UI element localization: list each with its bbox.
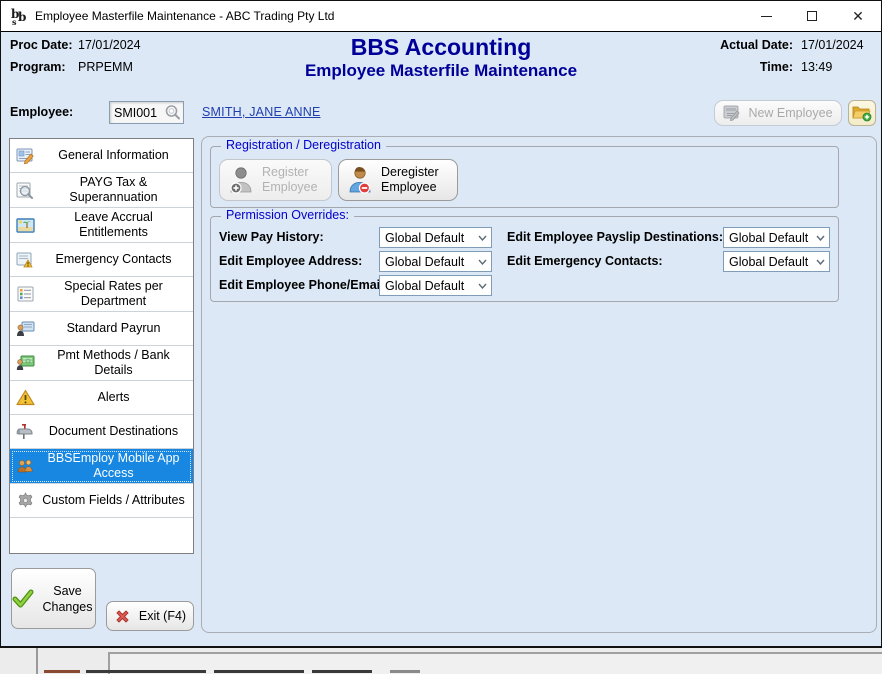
exit-button[interactable]: Exit (F4)	[106, 601, 194, 631]
chevron-down-icon	[816, 235, 825, 241]
new-employee-button[interactable]: New Employee	[714, 100, 842, 126]
chevron-down-icon	[478, 235, 487, 241]
svg-text:s: s	[12, 17, 17, 26]
registration-group-title: Registration / Deregistration	[221, 138, 386, 152]
close-icon: ✕	[852, 9, 864, 23]
chevron-down-icon	[478, 259, 487, 265]
payg-search-icon	[13, 182, 37, 199]
screen: b b s Employee Masterfile Maintenance - …	[0, 0, 882, 674]
maximize-icon	[807, 11, 817, 21]
employee-name-link[interactable]: SMITH, JANE ANNE	[202, 105, 321, 119]
header: Proc Date: 17/01/2024 Program: PRPEMM BB…	[2, 33, 880, 97]
registration-group: Registration / Deregistration Register E…	[210, 146, 839, 208]
emergency-warning-icon	[13, 252, 37, 268]
actual-date-label: Actual Date:	[720, 38, 793, 52]
close-button[interactable]: ✕	[835, 1, 881, 31]
sidebar-item-emergency-contacts[interactable]: Emergency Contacts	[10, 243, 193, 277]
svg-text:b: b	[18, 10, 26, 24]
background-fragment	[44, 670, 80, 673]
bbs-logo-icon: b b s	[9, 6, 29, 26]
minimize-button[interactable]	[743, 1, 789, 31]
minimize-icon	[761, 16, 772, 17]
edit-employee-address-select[interactable]: Global Default	[379, 251, 492, 272]
time-label: Time:	[720, 60, 793, 74]
permission-overrides-group: Permission Overrides: View Pay History: …	[210, 216, 839, 302]
sidebar-item-standard-payrun[interactable]: Standard Payrun	[10, 312, 193, 346]
time-value: 13:49	[801, 60, 873, 74]
sidebar-item-special-rates-per-department[interactable]: Special Rates per Department	[10, 277, 193, 312]
leave-beach-icon	[13, 218, 37, 233]
sidebar-item-pmt-methods-bank-details[interactable]: Pmt Methods / Bank Details	[10, 346, 193, 381]
save-changes-button[interactable]: Save Changes	[11, 568, 96, 629]
edit-payslip-destinations-label: Edit Employee Payslip Destinations:	[507, 230, 723, 244]
save-check-icon	[12, 589, 34, 609]
register-employee-button[interactable]: Register Employee	[219, 159, 332, 201]
mobile-app-users-icon	[13, 458, 37, 474]
chevron-down-icon	[478, 283, 487, 289]
new-employee-label: New Employee	[748, 106, 832, 120]
deregister-employee-icon	[347, 166, 373, 194]
sidebar-item-general-information[interactable]: General Information	[10, 139, 193, 173]
window-title: Employee Masterfile Maintenance - ABC Tr…	[35, 9, 334, 23]
open-employee-folder-button[interactable]	[848, 100, 876, 126]
standard-payrun-icon	[13, 321, 37, 337]
employee-card-icon	[13, 148, 37, 164]
exit-x-icon	[114, 608, 131, 625]
sidebar-item-document-destinations[interactable]: Document Destinations	[10, 415, 193, 449]
edit-emergency-contacts-label: Edit Emergency Contacts:	[507, 254, 663, 268]
special-rates-list-icon	[13, 286, 37, 302]
content-panel: Registration / Deregistration Register E…	[201, 136, 877, 633]
background-window-strip	[0, 648, 882, 674]
new-employee-icon	[723, 105, 741, 121]
sidebar-item-leave-accrual-entitlements[interactable]: Leave Accrual Entitlements	[10, 208, 193, 243]
sidebar-item-payg-tax-superannuation[interactable]: PAYG Tax & Superannuation	[10, 173, 193, 208]
title-bar: b b s Employee Masterfile Maintenance - …	[1, 1, 881, 32]
alert-triangle-icon	[13, 389, 37, 406]
sidebar-menu: General Information PAYG Tax & Superannu…	[9, 138, 194, 554]
chevron-down-icon	[816, 259, 825, 265]
background-fragment	[214, 670, 304, 673]
permission-overrides-title: Permission Overrides:	[221, 208, 354, 222]
window-controls: ✕	[743, 1, 881, 31]
edit-employee-address-label: Edit Employee Address:	[219, 254, 362, 268]
employee-label: Employee:	[10, 105, 73, 119]
edit-employee-phone-emails-select[interactable]: Global Default	[379, 275, 492, 296]
background-fragment	[86, 670, 206, 673]
employee-bar: Employee: SMITH, JANE ANNE	[2, 97, 880, 135]
save-changes-label: Save Changes	[40, 583, 95, 615]
mailbox-icon	[13, 423, 37, 440]
edit-payslip-destinations-select[interactable]: Global Default	[723, 227, 830, 248]
search-icon[interactable]	[164, 104, 181, 121]
actual-date-value: 17/01/2024	[801, 38, 873, 52]
gear-icon	[13, 492, 37, 509]
sidebar-item-alerts[interactable]: Alerts	[10, 381, 193, 415]
app-window: b b s Employee Masterfile Maintenance - …	[0, 0, 882, 648]
register-employee-icon	[228, 166, 254, 194]
sidebar-item-bbsemploy-mobile-app-access[interactable]: BBSEmploy Mobile App Access	[10, 449, 193, 484]
sidebar-item-custom-fields-attributes[interactable]: Custom Fields / Attributes	[10, 484, 193, 518]
header-right: Actual Date: 17/01/2024 Time: 13:49	[720, 38, 873, 74]
background-fragment	[390, 670, 420, 673]
folder-add-icon	[852, 104, 872, 122]
register-employee-label: Register Employee	[262, 165, 323, 195]
background-fragment	[312, 670, 372, 673]
view-pay-history-label: View Pay History:	[219, 230, 324, 244]
edit-employee-phone-emails-label: Edit Employee Phone/Emails:	[219, 278, 395, 292]
deregister-employee-button[interactable]: Deregister Employee	[338, 159, 458, 201]
edit-emergency-contacts-select[interactable]: Global Default	[723, 251, 830, 272]
bank-details-icon	[13, 355, 37, 371]
background-window-edge	[36, 648, 38, 674]
deregister-employee-label: Deregister Employee	[381, 165, 449, 195]
view-pay-history-select[interactable]: Global Default	[379, 227, 492, 248]
maximize-button[interactable]	[789, 1, 835, 31]
exit-label: Exit (F4)	[139, 609, 186, 623]
